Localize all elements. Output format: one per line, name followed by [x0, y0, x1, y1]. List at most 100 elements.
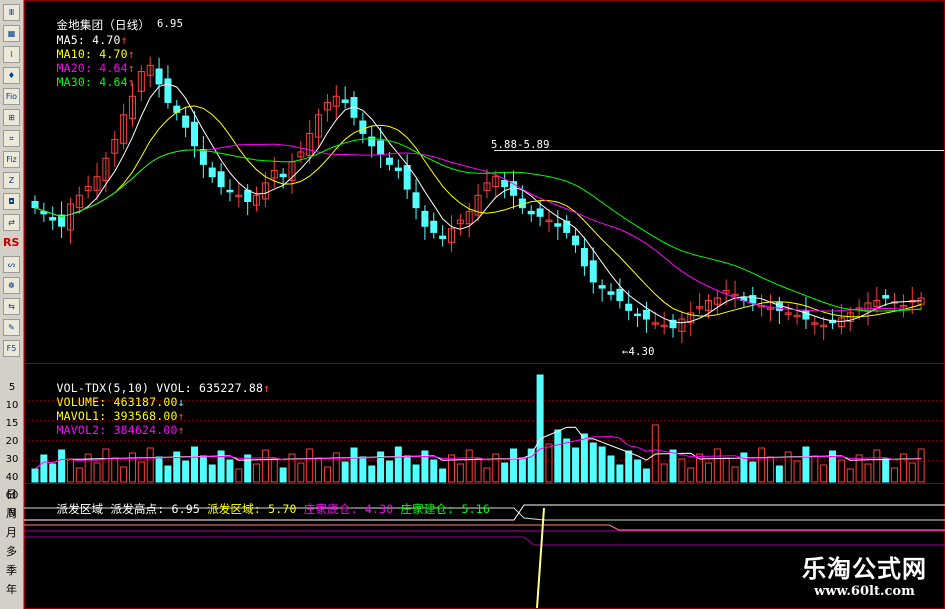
- timeframe-button[interactable]: 年: [3, 582, 20, 599]
- dist-zone-value: 派发区域: 5.70: [207, 502, 297, 516]
- bars-icon[interactable]: Ⅲ: [3, 4, 20, 21]
- ma30-line: [34, 138, 922, 312]
- volume-bar: [403, 455, 411, 483]
- volume-bar: [66, 458, 74, 483]
- swap-icon[interactable]: ⇄: [3, 214, 20, 231]
- volume-bar: [350, 447, 358, 483]
- arrows-icon[interactable]: ⇆: [3, 298, 20, 315]
- volume-bar: [323, 466, 331, 483]
- table-icon[interactable]: ⊞: [3, 109, 20, 126]
- indicator-name: 派发区域: [56, 502, 104, 516]
- candle-body: [226, 189, 234, 193]
- timeframe-button[interactable]: 月: [3, 525, 20, 542]
- timeframe-button[interactable]: 周: [3, 506, 20, 523]
- candle-body: [217, 171, 225, 188]
- candle-body: [642, 309, 650, 320]
- volume-bar: [607, 455, 615, 483]
- ma10-value: MA10: 4.70: [56, 47, 128, 61]
- volume-bar: [315, 457, 323, 483]
- candle-body: [191, 121, 199, 147]
- gear-icon[interactable]: ☸: [3, 277, 20, 294]
- indicator-header: 派发区域 派发高点: 6.95 派发区域: 5.70 庄家底仓: 4.30 庄家…: [28, 487, 490, 531]
- grid-icon[interactable]: ▦: [3, 25, 20, 42]
- up-arrow-icon: ↑: [177, 423, 185, 437]
- volume-bar: [864, 463, 872, 483]
- volume-bar: [758, 447, 766, 483]
- wave-icon[interactable]: ⌇: [3, 46, 20, 63]
- pencil-icon[interactable]: ✎: [3, 319, 20, 336]
- fio-icon[interactable]: Fio: [3, 88, 20, 105]
- candle-icon[interactable]: ♦: [3, 67, 20, 84]
- volume-bar: [191, 446, 199, 483]
- stock-title: 金地集团（日线）: [56, 18, 151, 32]
- volume-bar: [164, 465, 172, 483]
- window-icon[interactable]: ◘: [3, 193, 20, 210]
- watermark-title: 乐淘公式网: [802, 554, 927, 583]
- volume-bar: [58, 449, 66, 483]
- dealer-bottom-value: 庄家底仓: 4.30: [303, 502, 394, 516]
- f5-icon[interactable]: F5: [3, 340, 20, 357]
- dealer-build-value: 庄家建仓: 5.16: [400, 502, 490, 516]
- low-annotation: ←4.30: [622, 346, 655, 358]
- watermark: 乐淘公式网 www.60lt.com: [802, 549, 927, 599]
- candle-body: [536, 208, 544, 217]
- candle-body: [634, 313, 642, 317]
- volume-bar: [137, 461, 145, 483]
- ma20-value: MA20: 4.64: [56, 61, 128, 75]
- volume-bar: [642, 468, 650, 483]
- candle-body: [164, 78, 172, 103]
- rsi-icon[interactable]: RSI: [3, 235, 20, 252]
- candle-body: [882, 295, 890, 299]
- volume-value: VOLUME: 463187.00: [56, 395, 178, 409]
- volume-bar: [722, 457, 730, 483]
- ma20-line: [34, 143, 922, 312]
- volume-bar: [501, 462, 509, 483]
- volume-bar: [917, 448, 925, 483]
- volume-bar: [226, 459, 234, 483]
- volume-bar: [31, 468, 39, 483]
- volume-bar: [625, 450, 633, 483]
- volume-bar: [687, 467, 695, 483]
- left-toolbar: Ⅲ▦⌇♦Fio⊞⌗FizZ◘⇄RSIᔕ☸⇆✎F55101520304060N日周…: [0, 0, 24, 609]
- ma5-value: MA5: 4.70: [56, 33, 121, 47]
- mavol1-value: MAVOL1: 393568.00: [56, 409, 178, 423]
- up-arrow-icon: ↑: [120, 33, 128, 47]
- mid-annotation: 5.88-5.89: [491, 139, 550, 151]
- mavol2-value: MAVOL2: 384624.00: [56, 423, 178, 437]
- fiz-icon[interactable]: Fiz: [3, 151, 20, 168]
- volume-bar: [660, 463, 668, 483]
- volume-bar: [492, 453, 500, 483]
- volume-bar: [430, 459, 438, 483]
- volume-bar: [253, 463, 261, 483]
- candle-body: [607, 291, 615, 295]
- timeframe-button[interactable]: 季: [3, 563, 20, 580]
- ma30-value: MA30: 4.64: [56, 75, 128, 89]
- timeframe-button[interactable]: 多: [3, 544, 20, 561]
- volume-bar: [802, 446, 810, 483]
- volume-bar: [811, 455, 819, 483]
- volume-bar: [855, 454, 863, 483]
- volume-bar: [439, 468, 447, 483]
- timeframe-button[interactable]: 日: [3, 487, 20, 504]
- zoom-icon[interactable]: Z: [3, 172, 20, 189]
- candle-body: [31, 200, 39, 209]
- volume-scale-label: 40: [5, 472, 19, 483]
- volume-bar: [199, 455, 207, 483]
- volume-bar: [793, 460, 801, 483]
- dist-high-value: 派发高点: 6.95: [110, 502, 200, 516]
- candle-body: [208, 167, 216, 178]
- volume-bar: [155, 456, 163, 483]
- list-icon[interactable]: ⌗: [3, 130, 20, 147]
- volume-scale-label: 5: [8, 382, 16, 393]
- volume-bar: [731, 466, 739, 483]
- price-panel-border: [24, 0, 945, 364]
- chart-icon[interactable]: ᔕ: [3, 256, 20, 273]
- volume-scale-label: 15: [5, 418, 19, 429]
- volume-bar: [678, 458, 686, 483]
- volume-scale-label: 30: [5, 454, 19, 465]
- candle-body: [616, 288, 624, 301]
- volume-bar: [368, 465, 376, 483]
- volume-bar: [837, 459, 845, 483]
- volume-bar: [456, 463, 464, 483]
- chart-area: 金地集团（日线） MA5: 4.70↑ MA10: 4.70↑ MA20: 4.…: [24, 0, 945, 609]
